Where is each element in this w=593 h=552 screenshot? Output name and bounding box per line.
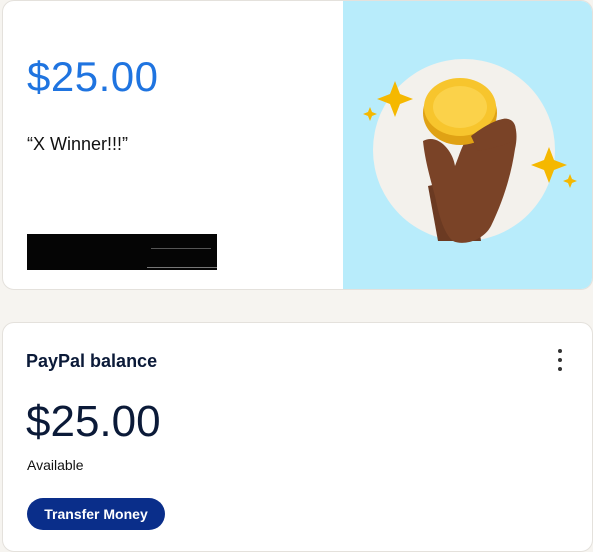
reward-details: $25.00 “X Winner!!!” xyxy=(3,1,343,289)
transfer-money-button[interactable]: Transfer Money xyxy=(27,498,165,530)
reward-message: “X Winner!!!” xyxy=(27,134,129,154)
redaction-artifact xyxy=(147,267,217,268)
paypal-balance-card: PayPal balance $25.00 Available Transfer… xyxy=(2,322,593,552)
balance-status: Available xyxy=(27,457,84,473)
more-vertical-icon[interactable] xyxy=(553,349,567,371)
sparkle-icon xyxy=(563,174,577,188)
reward-illustration-panel xyxy=(343,1,592,289)
coin-inner xyxy=(433,86,487,128)
balance-title: PayPal balance xyxy=(26,351,158,371)
kebab-dot xyxy=(558,367,562,371)
redacted-block xyxy=(27,234,217,270)
kebab-dot xyxy=(558,358,562,362)
reward-amount: $25.00 xyxy=(27,53,159,100)
kebab-dot xyxy=(558,349,562,353)
sparkle-icon xyxy=(363,107,377,121)
reward-card: $25.00 “X Winner!!!” xyxy=(2,0,593,290)
balance-amount: $25.00 xyxy=(26,397,161,446)
redaction-artifact xyxy=(151,248,211,249)
hand-holding-coin-icon xyxy=(363,59,577,243)
